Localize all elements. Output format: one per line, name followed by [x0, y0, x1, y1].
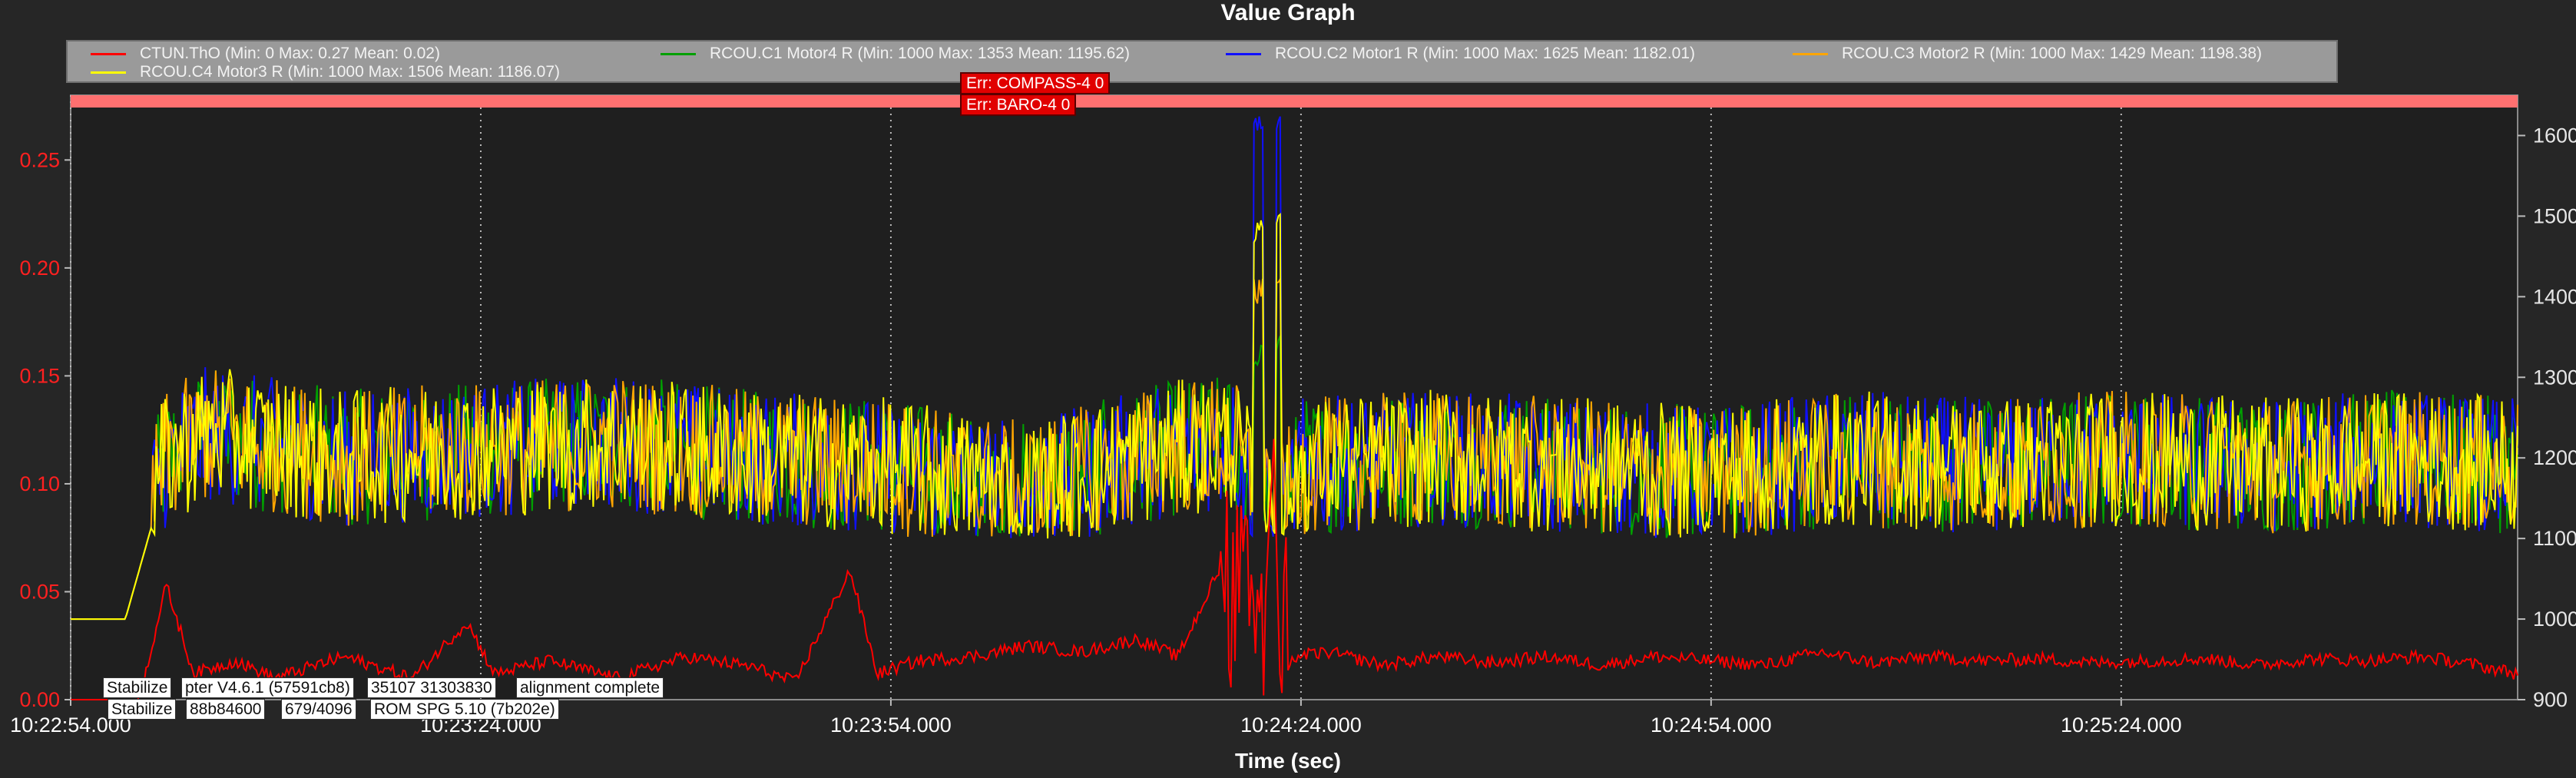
message-marker[interactable]: 88b84600 [186, 699, 266, 720]
x-tick-label: 10:24:54.000 [1651, 713, 1772, 737]
message-marker[interactable]: ROM SPG 5.10 (7b202e) [370, 699, 559, 720]
y-left-tick-label: 0.10 [19, 472, 60, 495]
y-left-tick-label: 0.15 [19, 364, 60, 387]
legend-label: CTUN.ThO (Min: 0 Max: 0.27 Mean: 0.02) [140, 45, 440, 62]
error-marker-baro[interactable]: Err: BARO-4 0 [960, 94, 1077, 116]
legend-label: RCOU.C3 Motor2 R (Min: 1000 Max: 1429 Me… [1842, 45, 2263, 62]
y-left-tick-label: 0.20 [19, 257, 60, 280]
legend-swatch [91, 52, 126, 55]
chart-canvas: 0.00 0.05 0.10 0.15 0.20 0.25 900 1000 1100 1200… [10, 94, 2576, 737]
legend-item-rcou-c1[interactable]: RCOU.C1 Motor4 R (Min: 1000 Max: 1353 Me… [661, 45, 1130, 63]
y-right-tick-label: 1400 [2533, 285, 2576, 308]
right-axis: 900 1000 1100 1200 1300 1400 1500 1600 [2518, 124, 2576, 711]
y-right-tick-label: 900 [2533, 688, 2568, 711]
left-axis: 0.00 0.05 0.10 0.15 0.20 0.25 [19, 148, 71, 711]
y-right-tick-label: 1200 [2533, 446, 2576, 469]
legend-item-ctun-tho[interactable]: CTUN.ThO (Min: 0 Max: 0.27 Mean: 0.02) [91, 45, 440, 63]
y-right-tick-label: 1600 [2533, 124, 2576, 147]
legend-item-rcou-c2[interactable]: RCOU.C2 Motor1 R (Min: 1000 Max: 1625 Me… [1226, 45, 1695, 63]
message-marker[interactable]: Stabilize [103, 677, 172, 698]
y-left-tick-label: 0.25 [19, 148, 60, 171]
message-marker[interactable]: pter V4.6.1 (57591cb8) [181, 677, 354, 698]
y-right-tick-label: 1300 [2533, 366, 2576, 389]
legend-swatch [661, 52, 696, 55]
legend-label: RCOU.C1 Motor4 R (Min: 1000 Max: 1353 Me… [710, 45, 1131, 62]
y-left-tick-label: 0.00 [19, 688, 60, 711]
x-tick-label: 10:23:54.000 [830, 713, 952, 737]
legend-item-rcou-c4[interactable]: RCOU.C4 Motor3 R (Min: 1000 Max: 1506 Me… [91, 63, 560, 81]
legend-swatch [1793, 52, 1828, 55]
legend: CTUN.ThO (Min: 0 Max: 0.27 Mean: 0.02) R… [66, 40, 2338, 83]
x-tick-label: 10:25:24.000 [2061, 713, 2182, 737]
legend-label: RCOU.C4 Motor3 R (Min: 1000 Max: 1506 Me… [140, 63, 561, 81]
plot-area [70, 94, 2518, 700]
message-marker[interactable]: Stabilize [108, 699, 177, 720]
y-right-tick-label: 1000 [2533, 608, 2576, 631]
message-marker[interactable]: 35107 31303830 [367, 677, 496, 698]
legend-item-rcou-c3[interactable]: RCOU.C3 Motor2 R (Min: 1000 Max: 1429 Me… [1793, 45, 2262, 63]
x-tick-label: 10:24:24.000 [1240, 713, 1362, 737]
event-bar [71, 95, 2518, 108]
message-marker[interactable]: alignment complete [516, 677, 664, 698]
y-left-tick-label: 0.05 [19, 580, 60, 603]
legend-swatch [91, 71, 126, 74]
legend-swatch [1226, 52, 1261, 55]
message-marker[interactable]: 679/4096 [281, 699, 356, 720]
y-right-tick-label: 1500 [2533, 204, 2576, 227]
x-axis-label: Time (sec) [1235, 749, 1341, 773]
y-right-tick-label: 1100 [2533, 527, 2576, 550]
legend-label: RCOU.C2 Motor1 R (Min: 1000 Max: 1625 Me… [1275, 45, 1696, 62]
error-marker-compass[interactable]: Err: COMPASS-4 0 [960, 72, 1111, 94]
